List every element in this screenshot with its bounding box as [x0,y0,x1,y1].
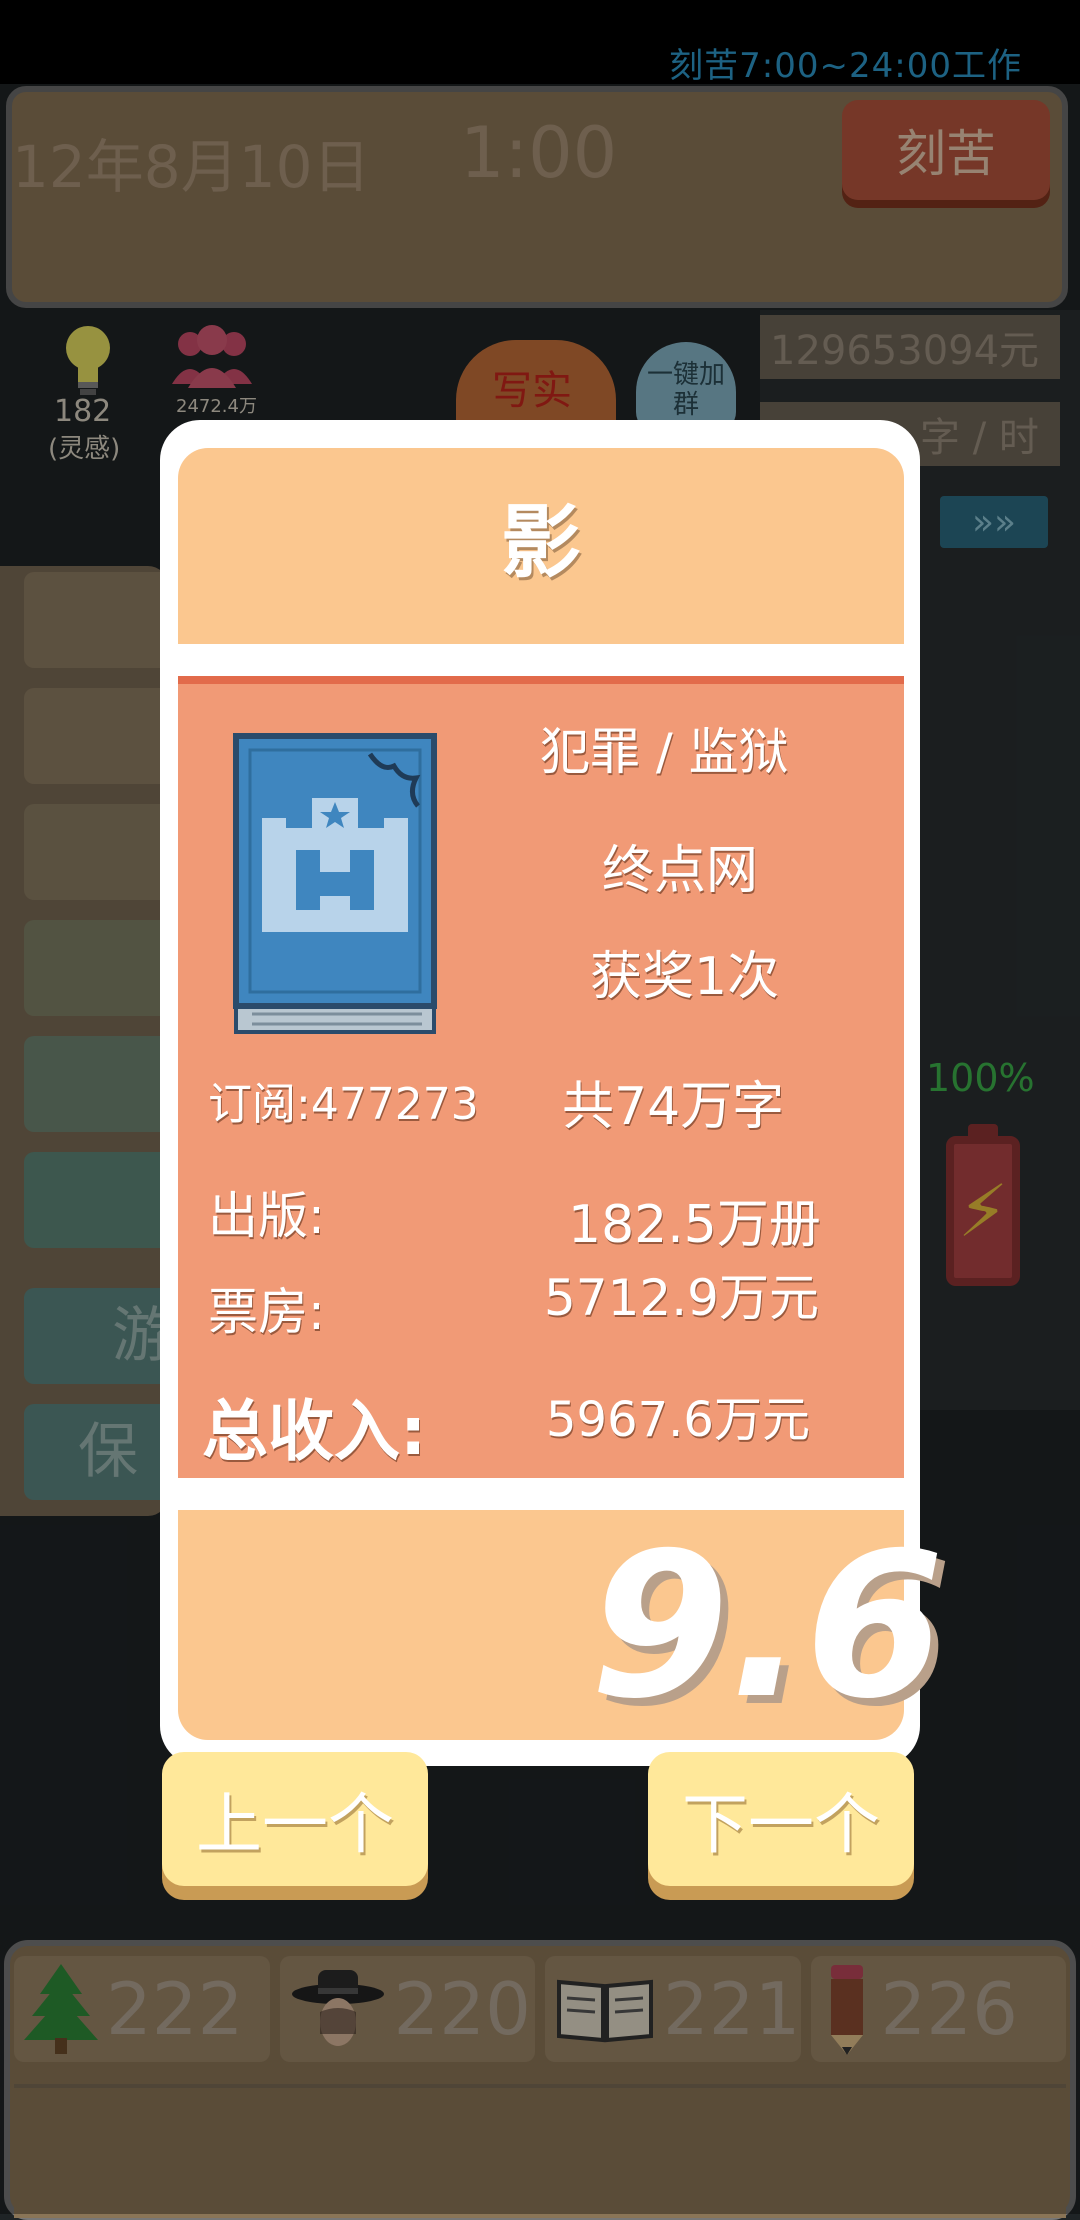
book-awards: 获奖1次 [590,947,780,1007]
published-value: 182.5万册 [568,1195,821,1255]
book-platform: 终点网 [602,841,759,901]
boxoffice-label: 票房: [208,1283,325,1341]
previous-button[interactable]: 上一个 [162,1752,428,1886]
book-genre: 犯罪 / 监狱 [540,723,789,781]
next-button[interactable]: 下一个 [648,1752,914,1886]
book-subscriptions: 订阅:477273 [208,1079,479,1130]
total-income-label: 总收入: [202,1393,427,1470]
published-label: 出版: [208,1187,325,1245]
prison-book-cover-icon [233,733,437,1034]
book-title: 影 [501,496,581,589]
total-income-value: 5967.6万元 [546,1392,810,1448]
book-word-count: 共74万字 [562,1077,785,1137]
boxoffice-value: 5712.9万元 [544,1269,819,1327]
book-score: 9.6 [590,1510,945,1743]
